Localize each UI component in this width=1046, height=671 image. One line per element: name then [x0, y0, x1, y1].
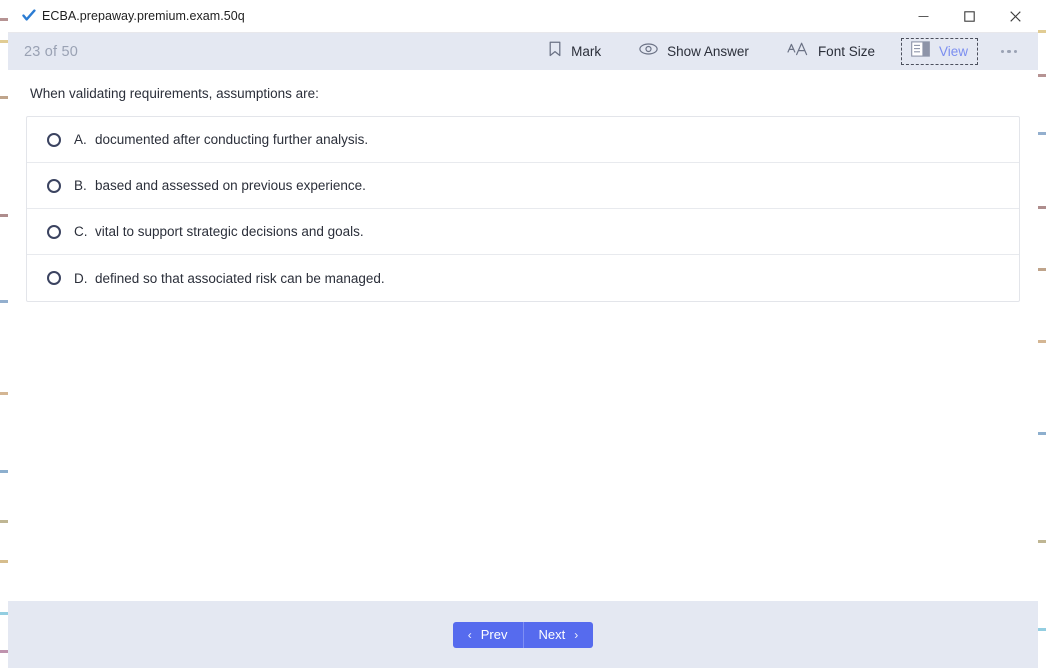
- background-bleed-left: [0, 0, 8, 671]
- next-button[interactable]: Next ›: [523, 621, 594, 648]
- view-label: View: [938, 44, 968, 59]
- window-title: ECBA.prepaway.premium.exam.50q: [42, 9, 245, 23]
- chevron-right-icon: ›: [574, 627, 579, 642]
- close-button[interactable]: [992, 0, 1038, 33]
- option-letter: A.: [74, 132, 87, 148]
- nav-button-group: ‹ Prev Next ›: [452, 621, 594, 648]
- next-label: Next: [538, 627, 566, 642]
- toolbar-actions: Mark Show Answer Font Size View: [536, 33, 1038, 70]
- option-row-d[interactable]: D. defined so that associated risk can b…: [27, 255, 1019, 301]
- toolbar: 23 of 50 Mark Show Answer Font Size View: [8, 33, 1038, 70]
- show-answer-label: Show Answer: [667, 44, 749, 59]
- option-letter: D.: [74, 270, 88, 286]
- question-prompt: When validating requirements, assumption…: [30, 86, 319, 101]
- layout-icon: [911, 41, 930, 62]
- window-controls: [900, 0, 1038, 33]
- option-letter: B.: [74, 178, 87, 194]
- minimize-button[interactable]: [900, 0, 946, 33]
- font-size-button[interactable]: Font Size: [775, 38, 887, 65]
- option-row-a[interactable]: A. documented after conducting further a…: [27, 117, 1019, 164]
- exam-player-window: ECBA.prepaway.premium.exam.50q 23 of 50 …: [0, 0, 1046, 671]
- option-letter: C.: [74, 224, 88, 240]
- view-button[interactable]: View: [900, 38, 978, 65]
- option-text: vital to support strategic decisions and…: [95, 224, 364, 240]
- mark-button[interactable]: Mark: [536, 38, 613, 65]
- blue-check-icon: [16, 9, 42, 23]
- more-options-button[interactable]: [992, 38, 1026, 65]
- background-bleed-right: [1038, 0, 1046, 671]
- option-row-b[interactable]: B. based and assessed on previous experi…: [27, 163, 1019, 210]
- title-bar: ECBA.prepaway.premium.exam.50q: [8, 0, 1038, 33]
- show-answer-button[interactable]: Show Answer: [627, 38, 761, 65]
- prev-label: Prev: [480, 627, 508, 642]
- radio-icon[interactable]: [47, 178, 61, 193]
- prev-button[interactable]: ‹ Prev: [452, 621, 524, 648]
- option-text: based and assessed on previous experienc…: [95, 178, 366, 194]
- font-size-label: Font Size: [817, 44, 875, 59]
- maximize-button[interactable]: [946, 0, 992, 33]
- eye-icon: [639, 42, 658, 61]
- answer-options-list: A. documented after conducting further a…: [26, 116, 1020, 303]
- ellipsis-dot: [1013, 49, 1018, 54]
- question-progress: 23 of 50: [24, 43, 79, 60]
- question-content: When validating requirements, assumption…: [8, 70, 1038, 601]
- chevron-left-icon: ‹: [467, 627, 472, 642]
- bookmark-icon: [548, 41, 562, 62]
- option-text: documented after conducting further anal…: [95, 132, 369, 148]
- radio-icon[interactable]: [47, 132, 61, 147]
- option-text: defined so that associated risk can be m…: [95, 270, 385, 286]
- mark-label: Mark: [571, 44, 602, 59]
- radio-icon[interactable]: [47, 224, 61, 239]
- navigation-footer: ‹ Prev Next ›: [8, 601, 1038, 668]
- radio-icon[interactable]: [47, 271, 61, 286]
- option-row-c[interactable]: C. vital to support strategic decisions …: [27, 209, 1019, 256]
- font-size-icon: [787, 41, 809, 62]
- ellipsis-dot: [1000, 49, 1005, 54]
- ellipsis-dot: [1007, 49, 1011, 54]
